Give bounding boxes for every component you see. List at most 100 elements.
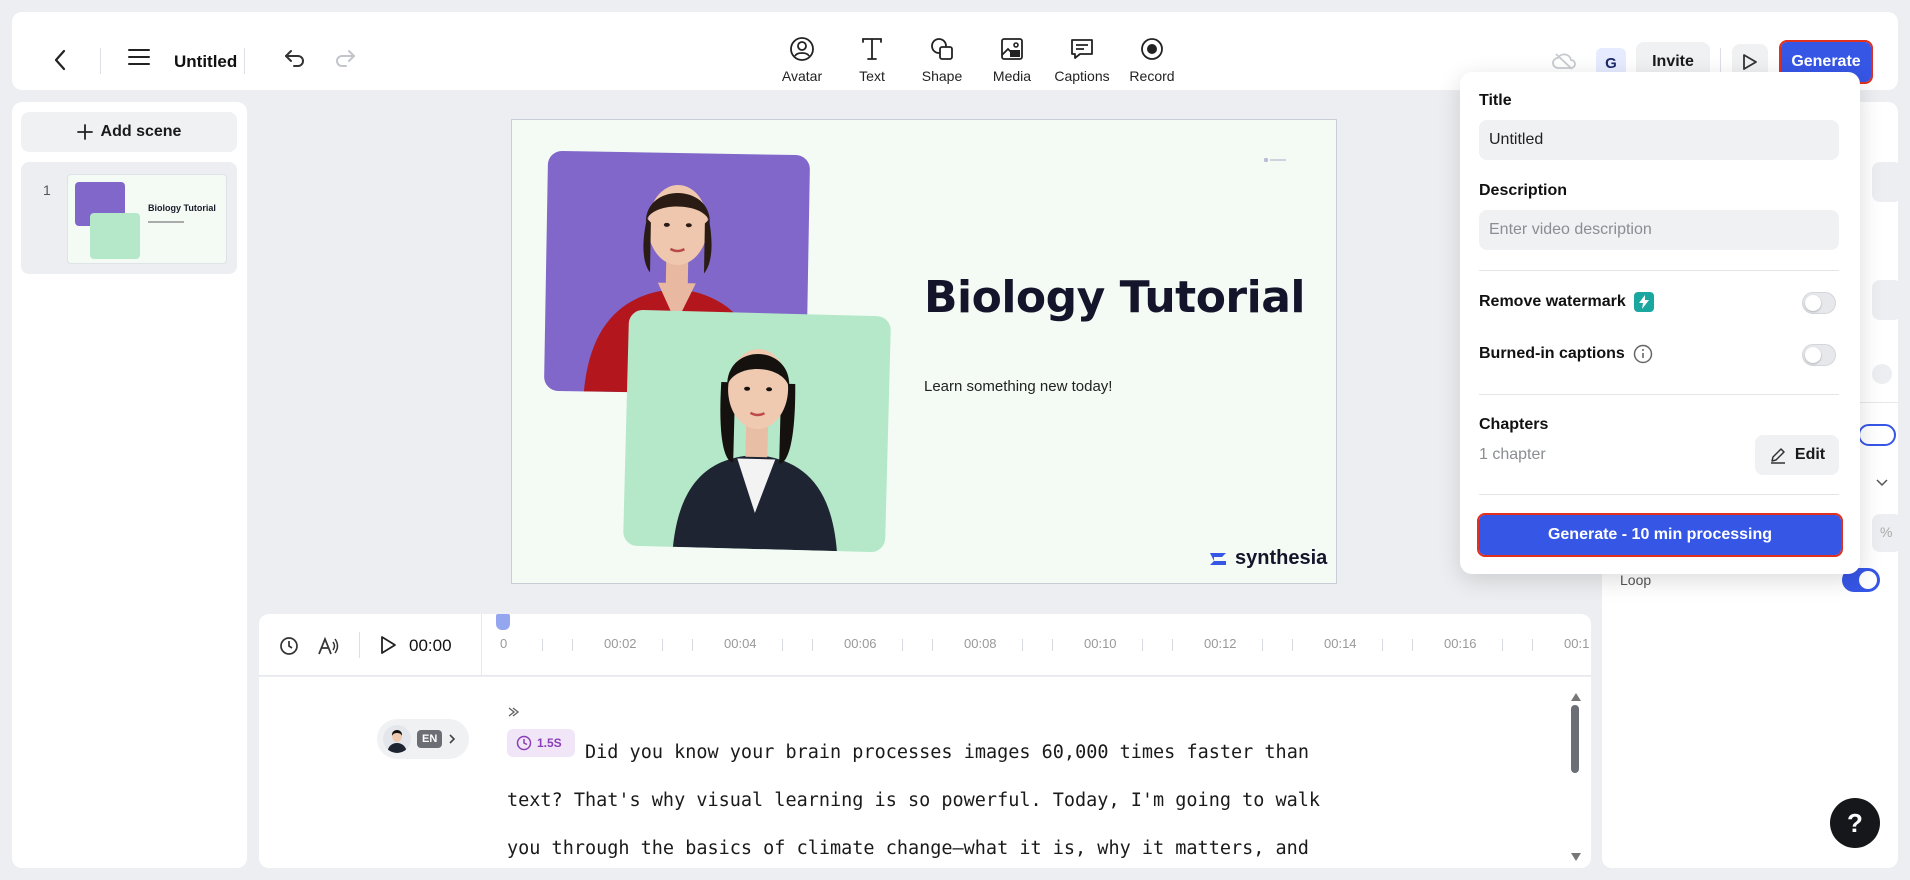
slide-title[interactable]: Biology Tutorial [924,272,1305,323]
avatar-icon [790,37,814,61]
speaker-selector[interactable]: EN [377,719,469,759]
avatar-frame-green[interactable] [622,309,892,553]
property-field[interactable]: % [1872,514,1902,552]
tick [902,639,903,651]
tick [1532,639,1533,651]
property-toggle-on[interactable] [1858,424,1896,446]
language-badge: EN [417,730,443,748]
remove-watermark-row: Remove watermark [1479,292,1654,312]
current-time: 00:00 [409,636,452,655]
pause-chip[interactable]: 1.5S [507,729,575,757]
slide-canvas[interactable]: Biology Tutorial Learn something new tod… [511,119,1337,584]
captions-tool[interactable]: Captions [1047,36,1117,84]
tick-label: 00:10 [1084,636,1117,651]
chapters-label: Chapters [1479,416,1549,433]
voice-icon[interactable] [317,636,339,661]
edit-label: Edit [1794,446,1826,463]
description-input[interactable] [1479,210,1839,250]
divider [1479,494,1839,495]
property-field[interactable] [1872,280,1902,320]
tool-label: Media [992,68,1032,84]
media-tool[interactable]: Media [977,36,1047,84]
text-icon [862,38,882,60]
back-button[interactable] [46,46,74,74]
script-panel: EN Did you know your brain processes ima… [259,677,1591,868]
text-tool[interactable]: Text [837,36,907,84]
plus-icon [76,124,93,140]
scroll-up-icon [1571,693,1581,701]
avatar-tool[interactable]: Avatar [767,36,837,84]
chevron-right-icon [449,734,456,744]
tick [1502,639,1503,651]
scroll-down-icon [1571,853,1581,861]
pause-duration: 1.5S [537,736,562,750]
remove-watermark-toggle[interactable] [1802,292,1836,314]
generate-popover: Title Description Remove watermark Burne… [1460,72,1860,574]
remove-watermark-label: Remove watermark [1479,293,1626,310]
playhead-handle[interactable] [496,614,510,630]
tick-label: 00:1 [1564,636,1590,651]
info-icon[interactable] [1633,344,1653,364]
menu-button[interactable] [128,48,154,74]
thumb-avatar-green [90,213,140,259]
synthesia-logo: synthesia [1207,547,1327,570]
tick-label: 00:06 [844,636,877,651]
edit-chapters-button[interactable]: Edit [1755,435,1839,475]
expand-arrow-icon[interactable] [507,705,521,723]
title-input[interactable] [1479,120,1839,160]
tick [1172,639,1173,651]
tick [572,639,573,651]
tick-label: 00:12 [1204,636,1237,651]
tick [1262,639,1263,651]
divider [359,632,360,658]
divider [1720,48,1721,74]
scene-number: 1 [43,182,51,198]
tick [1052,639,1053,651]
chapter-count: 1 chapter [1479,446,1546,463]
tick-label: 00:14 [1324,636,1357,651]
avatar-person-dark-blazer [672,349,837,552]
scrollbar-thumb[interactable] [1571,705,1579,773]
shape-tool[interactable]: Shape [907,36,977,84]
speaker-avatar [383,725,411,753]
tick-label: 00:02 [604,636,637,651]
tick [812,639,813,651]
add-scene-button[interactable]: Add scene [21,112,237,152]
help-button[interactable]: ? [1830,798,1880,848]
tick [782,639,783,651]
burned-captions-toggle[interactable] [1802,344,1836,366]
property-field[interactable] [1872,162,1902,202]
tick [692,639,693,651]
redo-button[interactable] [334,48,356,73]
clock-icon[interactable] [279,636,299,661]
property-toggle[interactable] [1872,364,1892,384]
pencil-icon [1770,448,1785,464]
record-tool[interactable]: Record [1117,36,1187,84]
scene-card[interactable]: 1 Biology Tutorial [21,162,237,274]
generate-processing-button[interactable]: Generate - 10 min processing [1477,513,1843,557]
divider [1479,394,1839,395]
tool-label: Shape [921,68,963,84]
tick [662,639,663,651]
tick [1292,639,1293,651]
tick [932,639,933,651]
timeline-ruler[interactable]: 0 00:02 00:04 00:06 00:08 00:10 00:12 00… [481,614,1591,676]
logo-text: synthesia [1235,547,1328,569]
hamburger-icon [128,49,150,65]
play-icon [381,636,396,654]
toolbar: Avatar Text Shape Media Captions Record [767,36,1187,84]
tick-label: 00:04 [724,636,757,651]
burned-captions-row: Burned-in captions [1479,344,1653,364]
chevron-down-icon[interactable] [1876,474,1888,490]
tool-label: Captions [1054,68,1110,84]
document-title[interactable]: Untitled [174,52,237,72]
slide-mini-logo [1264,150,1286,162]
shape-icon [931,38,953,60]
record-icon [1141,38,1163,60]
chevron-left-icon [54,49,66,71]
slide-subtitle[interactable]: Learn something new today! [924,378,1112,395]
tick [1412,639,1413,651]
undo-button[interactable] [284,48,306,73]
timeline-play-button[interactable] [379,635,397,660]
script-text[interactable]: Did you know your brain processes images… [507,729,1347,868]
